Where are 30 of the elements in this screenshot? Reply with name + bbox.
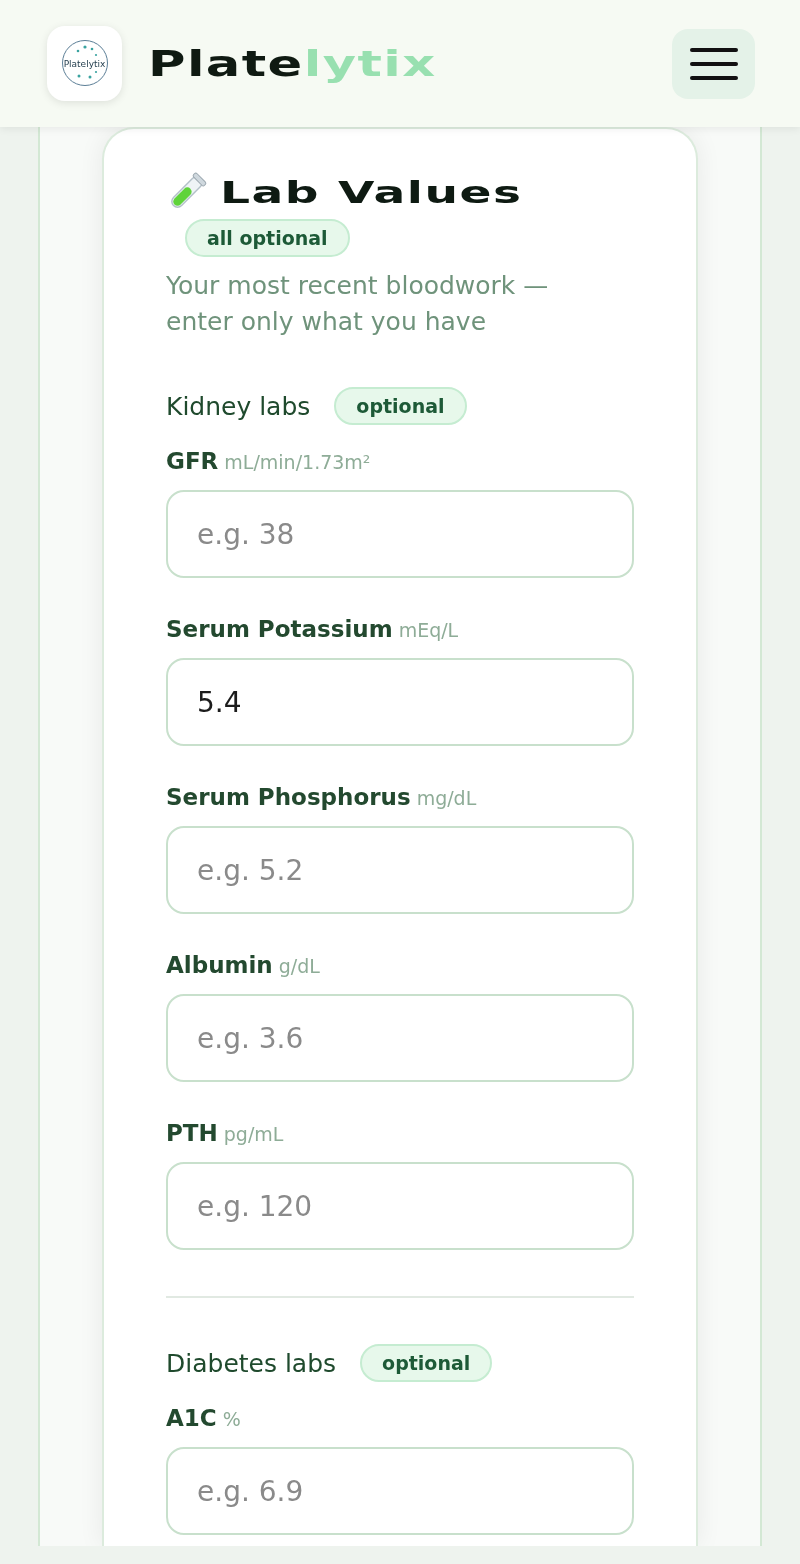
menu-button[interactable] bbox=[672, 28, 755, 99]
field-label: PTH bbox=[166, 1119, 218, 1148]
menu-icon bbox=[689, 45, 738, 82]
field-label: Serum Phosphorus bbox=[166, 783, 411, 812]
unit-label: mEq/L bbox=[398, 618, 459, 643]
section-title: Lab Values bbox=[220, 174, 523, 210]
input-field[interactable]: e.g. 5.2 bbox=[166, 826, 634, 914]
group-title: Diabetes labs bbox=[166, 1348, 337, 1378]
field-label: Albumin bbox=[166, 951, 273, 980]
input-field[interactable]: e.g. 38 bbox=[166, 490, 634, 578]
brand-wordmark: Plate lytix bbox=[148, 43, 437, 84]
field-label: Serum Potassium bbox=[166, 615, 393, 644]
field-label: A1C bbox=[166, 1404, 217, 1433]
group-title: Kidney labs bbox=[166, 391, 311, 421]
unit-label: g/dL bbox=[278, 954, 320, 979]
dotted-ring-icon bbox=[61, 39, 109, 87]
input-field[interactable]: e.g. 120 bbox=[166, 1162, 634, 1250]
unit-label: mL/min/1.73m² bbox=[224, 450, 371, 475]
logo-link[interactable]: Platelytix bbox=[47, 26, 122, 101]
optional-badge: all optional bbox=[185, 219, 350, 257]
section-subtitle: Your most recent bloodwork — enter only what you have bbox=[166, 270, 550, 338]
input-field[interactable]: e.g. 6.9 bbox=[166, 1447, 634, 1535]
field-label: GFR bbox=[166, 447, 219, 476]
optional-badge: optional bbox=[334, 387, 467, 425]
input-field[interactable]: e.g. 3.6 bbox=[166, 994, 634, 1082]
optional-badge: optional bbox=[360, 1344, 493, 1382]
unit-label: % bbox=[222, 1407, 241, 1432]
unit-label: pg/mL bbox=[223, 1122, 284, 1147]
unit-label: mg/dL bbox=[416, 786, 477, 811]
input-field[interactable]: 5.4 bbox=[166, 658, 634, 746]
